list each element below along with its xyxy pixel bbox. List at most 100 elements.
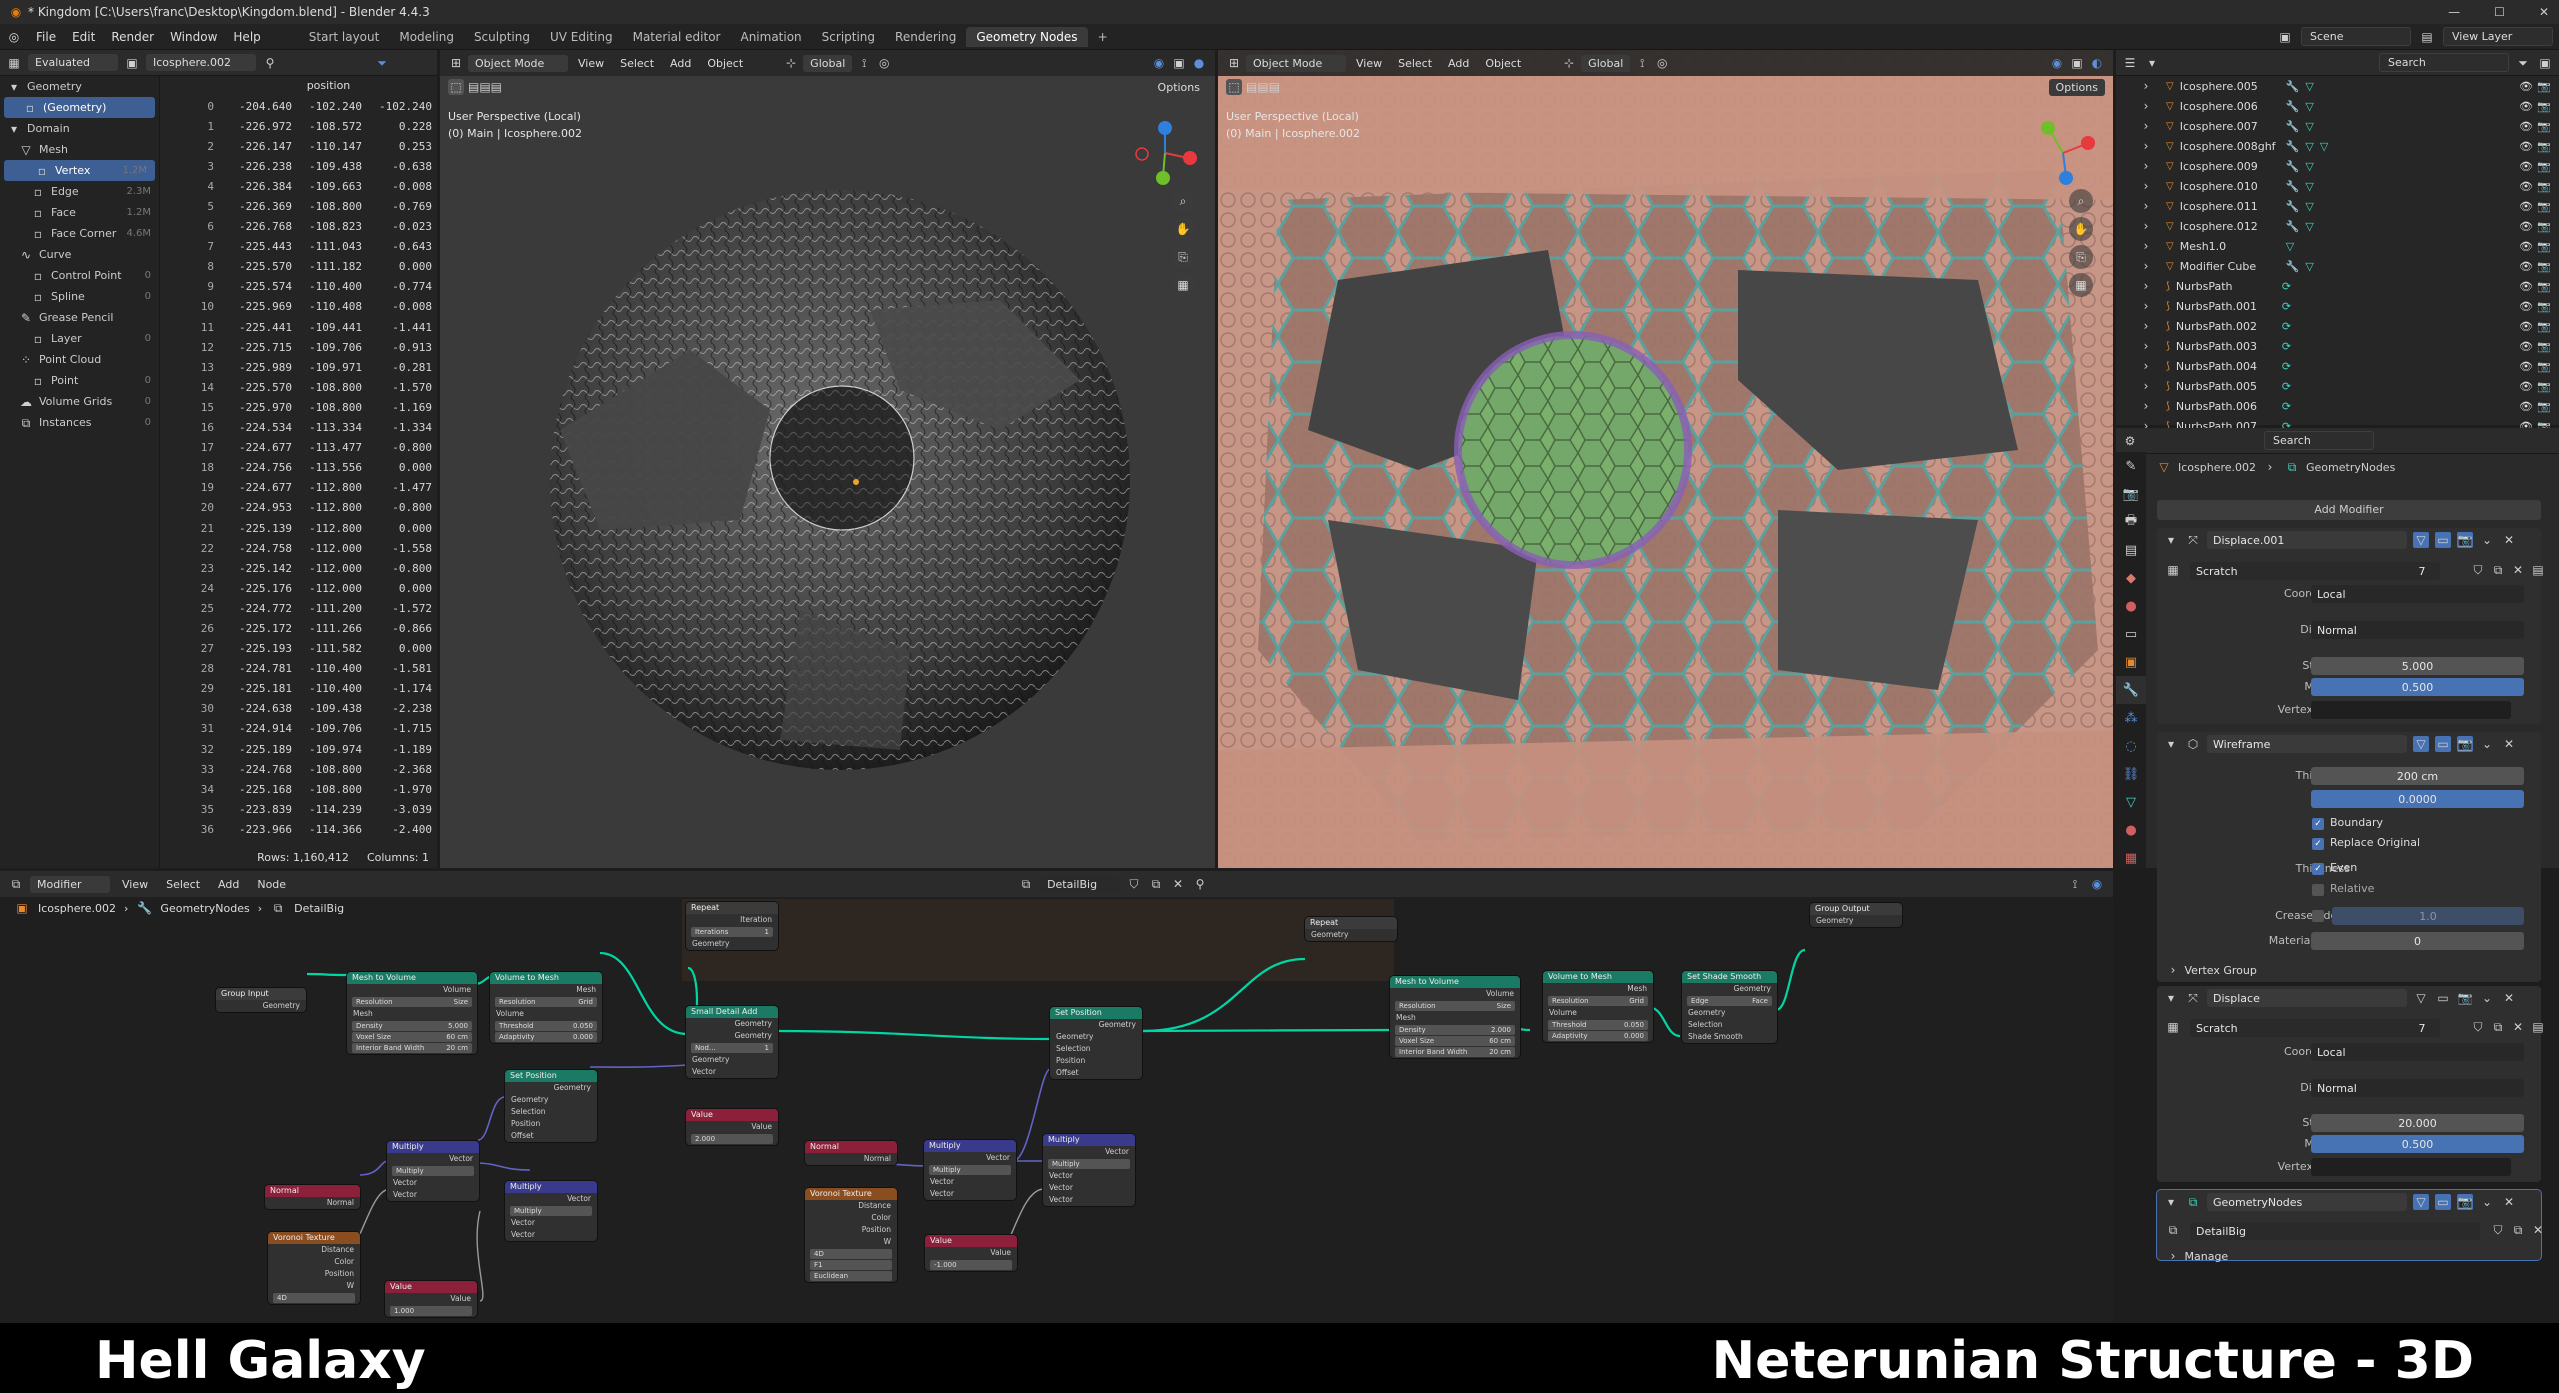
node-shade-smooth[interactable]: Set Shade Smooth Geometry Edge Face Geometry… bbox=[1682, 971, 1777, 1043]
node-field-value[interactable]: 0.050 bbox=[573, 1021, 593, 1031]
expand-icon[interactable]: › bbox=[2138, 178, 2154, 194]
visibility-icon[interactable]: 👁 bbox=[2519, 320, 2533, 333]
tool-tab-icon[interactable]: ✎ bbox=[2116, 452, 2146, 480]
node-mesh-to-volume1[interactable]: Mesh to Volume Volume Resolution Size Mesh De… bbox=[347, 972, 477, 1054]
tab-sculpting[interactable]: Sculpting bbox=[464, 27, 540, 47]
world-tab-icon[interactable]: ● bbox=[2116, 592, 2146, 620]
domain-item[interactable]: ▾ Geometry bbox=[0, 76, 159, 97]
viewport-type-icon[interactable]: ⊞ bbox=[1226, 55, 1242, 71]
material-offset-field[interactable]: 0 bbox=[2311, 932, 2524, 950]
menu-add[interactable]: Add bbox=[1442, 57, 1475, 70]
relative-checkbox[interactable] bbox=[2312, 884, 2324, 896]
render-visibility-icon[interactable]: 📷 bbox=[2537, 160, 2551, 173]
render-visibility-icon[interactable]: 📷 bbox=[2537, 340, 2551, 353]
view-layer-selector[interactable]: View Layer bbox=[2443, 27, 2553, 46]
maximize-icon[interactable]: ☐ bbox=[2494, 5, 2505, 19]
filter-icon[interactable]: ⏷ bbox=[2515, 55, 2531, 71]
scene-selector[interactable]: Scene bbox=[2301, 27, 2411, 46]
duplicate-icon[interactable]: ⧉ bbox=[2510, 1222, 2526, 1238]
outliner-item[interactable]: › ⟆ NurbsPath.003 ⟳ 👁 📷 bbox=[2116, 336, 2559, 356]
node-field-value[interactable]: 1 bbox=[765, 1043, 769, 1053]
pan-icon[interactable]: ✋ bbox=[2069, 217, 2093, 241]
texture-field[interactable]: Scratch bbox=[2190, 1019, 2440, 1037]
menu-object[interactable]: Object bbox=[701, 57, 749, 70]
curve-data-icon[interactable]: ⟳ bbox=[2282, 300, 2291, 313]
add-workspace-icon[interactable]: + bbox=[1088, 27, 1118, 47]
node-editor[interactable]: ⧉ Modifier View Select Add Node ⧉ Detail… bbox=[0, 871, 2113, 1323]
mode-dropdown[interactable]: Object Mode bbox=[1246, 54, 1346, 72]
node-volume-to-mesh2[interactable]: Volume to Mesh Mesh Resolution Grid Volume Th… bbox=[1543, 971, 1653, 1042]
outliner-item[interactable]: › ▽ Icosphere.012 🔧 ▽ 👁 📷 bbox=[2116, 216, 2559, 236]
menu-help[interactable]: Help bbox=[225, 30, 268, 44]
mesh-data-icon[interactable]: ▽ bbox=[2305, 200, 2313, 213]
curve-data-icon[interactable]: ⟳ bbox=[2282, 280, 2291, 293]
modifier-tab-icon[interactable]: 🔧 bbox=[2116, 676, 2146, 704]
mesh-data-icon[interactable]: ▽ bbox=[2305, 100, 2313, 113]
viewport-type-icon[interactable]: ⊞ bbox=[448, 55, 464, 71]
domain-item[interactable]: ▫ Edge 2.3M bbox=[0, 181, 159, 202]
camera-icon[interactable]: ⎘ bbox=[2069, 245, 2093, 269]
modifier-icon[interactable]: 🔧 bbox=[2286, 200, 2300, 213]
curve-data-icon[interactable]: ⟳ bbox=[2282, 400, 2291, 413]
render-visibility-icon[interactable]: 📷 bbox=[2537, 320, 2551, 333]
outliner-item[interactable]: › ▽ Icosphere.011 🔧 ▽ 👁 📷 bbox=[2116, 196, 2559, 216]
object-name-field[interactable]: Icosphere.002 bbox=[146, 54, 256, 71]
mesh-data-icon[interactable]: ▽ bbox=[2305, 140, 2313, 153]
overlay-icon[interactable]: ◉ bbox=[1151, 55, 1167, 71]
node-field-value[interactable]: Size bbox=[454, 997, 468, 1007]
fake-user-icon[interactable]: ⛉ bbox=[2470, 562, 2486, 578]
delete-modifier-icon[interactable]: ✕ bbox=[2501, 990, 2517, 1006]
grid-icon[interactable]: ▦ bbox=[1171, 273, 1195, 297]
node-normal1[interactable]: Normal Normal bbox=[265, 1185, 360, 1209]
menu-file[interactable]: File bbox=[28, 30, 64, 44]
node-value-b[interactable]: Value Value 1.000 bbox=[385, 1281, 477, 1317]
orientation-dropdown[interactable]: Global bbox=[1581, 54, 1631, 72]
edit-mode-icon[interactable]: ▽ bbox=[2413, 1194, 2429, 1210]
domain-item[interactable]: ▾ Domain bbox=[0, 118, 159, 139]
modifier-name-field[interactable]: GeometryNodes bbox=[2207, 1193, 2407, 1211]
replace-original-checkbox[interactable]: ✓ bbox=[2312, 838, 2324, 850]
particles-tab-icon[interactable]: ⁂ bbox=[2116, 704, 2146, 732]
visibility-icon[interactable]: 👁 bbox=[2519, 240, 2533, 253]
delete-modifier-icon[interactable]: ✕ bbox=[2501, 736, 2517, 752]
render-visibility-icon[interactable]: 📷 bbox=[2537, 240, 2551, 253]
domain-item[interactable]: ▫ Layer 0 bbox=[0, 328, 159, 349]
modifier-icon[interactable]: 🔧 bbox=[2286, 220, 2300, 233]
mesh-data-icon[interactable]: ▽ bbox=[2305, 220, 2313, 233]
render-visibility-icon[interactable]: 📷 bbox=[2537, 280, 2551, 293]
snap-icon[interactable]: ⟟ bbox=[856, 55, 872, 71]
render-visibility-icon[interactable]: 📷 bbox=[2537, 200, 2551, 213]
outliner-item[interactable]: › ⟆ NurbsPath.006 ⟳ 👁 📷 bbox=[2116, 396, 2559, 416]
grid-icon[interactable]: ▦ bbox=[2069, 273, 2093, 297]
outliner-icon[interactable]: ☰ bbox=[2122, 55, 2138, 71]
spreadsheet-icon[interactable]: ▦ bbox=[6, 55, 22, 71]
expand-icon[interactable]: › bbox=[2138, 218, 2154, 234]
properties-icon[interactable]: ⚙ bbox=[2122, 433, 2138, 449]
fake-user-icon[interactable]: ⛉ bbox=[2490, 1222, 2506, 1238]
visibility-icon[interactable]: 👁 bbox=[2519, 160, 2533, 173]
scene-tab-icon[interactable]: ◆ bbox=[2116, 564, 2146, 592]
mode-dropdown[interactable]: Object Mode bbox=[468, 54, 568, 72]
domain-item[interactable]: ☁ Volume Grids 0 bbox=[0, 391, 159, 412]
outliner-item[interactable]: › ⟆ NurbsPath ⟳ 👁 📷 bbox=[2116, 276, 2559, 296]
expand-icon[interactable]: › bbox=[2138, 98, 2154, 114]
delete-modifier-icon[interactable]: ✕ bbox=[2501, 1194, 2517, 1210]
modifier-name-field[interactable]: Wireframe bbox=[2207, 735, 2407, 753]
menu-edit[interactable]: Edit bbox=[64, 30, 103, 44]
unlink-icon[interactable]: ✕ bbox=[2510, 1019, 2526, 1035]
navigation-gizmo[interactable] bbox=[1130, 118, 1200, 188]
pan-icon[interactable]: ✋ bbox=[1171, 217, 1195, 241]
outliner-item[interactable]: › ▽ Icosphere.008ghf 🔧 ▽ ▽ 👁 📷 bbox=[2116, 136, 2559, 156]
unlink-icon[interactable]: ✕ bbox=[2510, 562, 2526, 578]
edit-mode-icon[interactable]: ▽ bbox=[2413, 532, 2429, 548]
expand-icon[interactable]: › bbox=[2138, 238, 2154, 254]
view-layer-tab-icon[interactable]: ▤ bbox=[2116, 536, 2146, 564]
node-voronoi1[interactable]: Voronoi Texture Distance Color Position W 4D bbox=[268, 1232, 360, 1304]
modifier-name-field[interactable]: Displace bbox=[2207, 989, 2407, 1007]
mesh-data-icon[interactable]: ▽ bbox=[2305, 80, 2313, 93]
visibility-icon[interactable]: 👁 bbox=[2519, 100, 2533, 113]
expand-icon[interactable]: › bbox=[2138, 338, 2154, 354]
node-group-field[interactable]: DetailBig bbox=[2190, 1222, 2480, 1240]
overlay-icon[interactable]: ◉ bbox=[2049, 55, 2065, 71]
visibility-icon[interactable]: 👁 bbox=[2519, 360, 2533, 373]
